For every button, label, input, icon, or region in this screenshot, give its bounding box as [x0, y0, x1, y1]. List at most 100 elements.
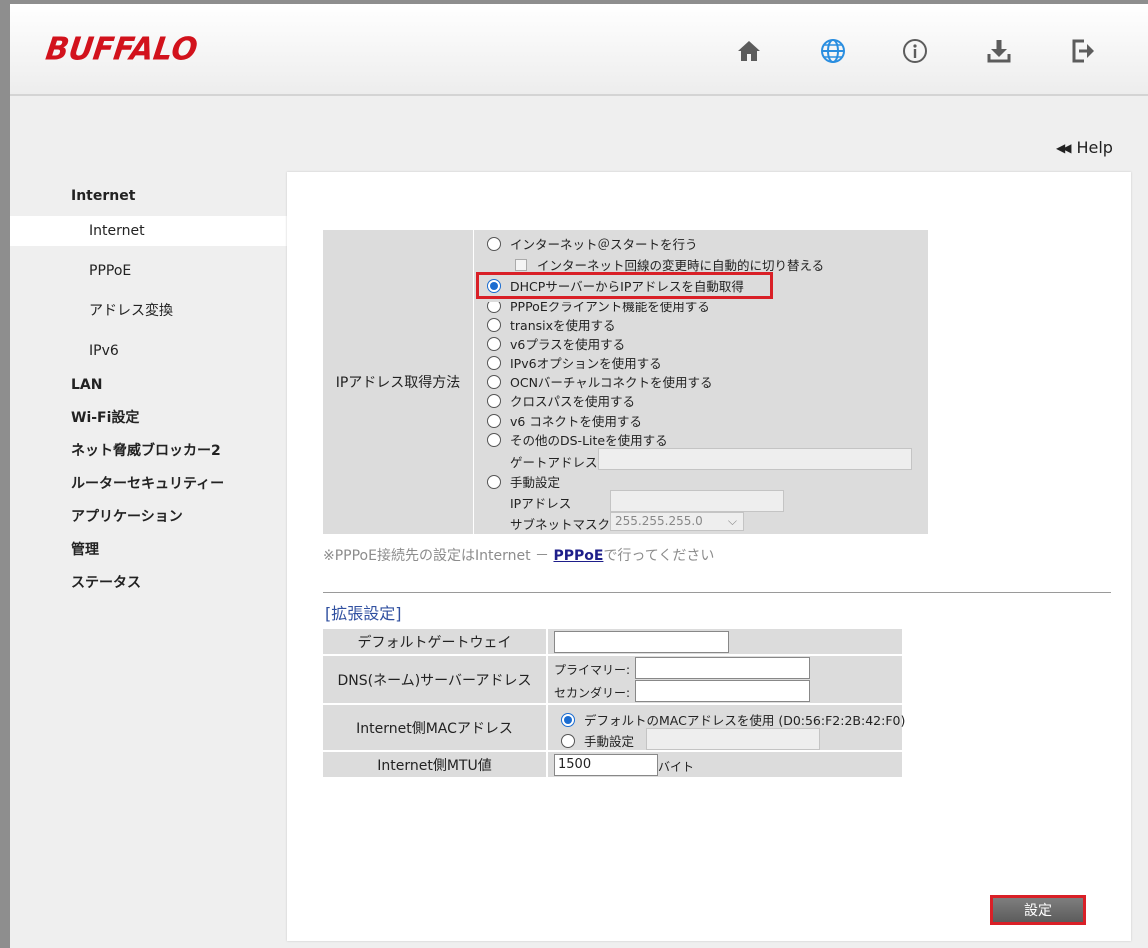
radio-mac-default[interactable] [561, 712, 575, 727]
sidebar-group-router-security[interactable]: ルーターセキュリティー [10, 468, 287, 501]
dhcp-highlight-box [476, 272, 773, 299]
option-label: インターネット＠スタートを行う [510, 237, 698, 252]
default-gateway-label: デフォルトゲートウェイ [323, 629, 548, 654]
mac-manual-input[interactable] [646, 728, 820, 750]
pppoe-link[interactable]: PPPoE [553, 548, 603, 564]
logout-icon[interactable] [1068, 36, 1098, 66]
radio-v6connect[interactable] [487, 413, 501, 428]
subnet-label: サブネットマスク [510, 517, 611, 532]
note-suffix: で行ってください [603, 548, 715, 564]
option-v6connect[interactable]: v6 コネクトを使用する [487, 411, 642, 430]
radio-ocn[interactable] [487, 374, 501, 389]
option-label: 手動設定 [584, 734, 635, 749]
sidebar-group-internet[interactable]: Internet [10, 176, 287, 216]
extended-settings-title: [拡張設定] [325, 604, 402, 623]
option-label: 手動設定 [510, 475, 561, 490]
secondary-label: セカンダリー: [554, 686, 631, 700]
ip-address-input[interactable] [610, 490, 784, 512]
row-mac: Internet側MACアドレス デフォルトのMACアドレスを使用 (D0:56… [323, 705, 905, 752]
subnet-row: サブネットマスク [510, 514, 610, 533]
sidebar-item-internet[interactable]: Internet [10, 216, 287, 246]
help-link[interactable]: ◀◀ Help [1056, 138, 1113, 157]
home-icon[interactable] [734, 36, 764, 66]
mtu-input[interactable]: 1500 [554, 754, 658, 776]
option-label: クロスパスを使用する [510, 394, 636, 409]
option-label: v6 コネクトを使用する [510, 414, 642, 429]
option-label: デフォルトのMACアドレスを使用 (D0:56:F2:2B:42:F0) [584, 713, 906, 728]
download-icon[interactable] [984, 36, 1014, 66]
main-content: IPアドレス取得方法 インターネット＠スタートを行う インターネット回線の変更時… [287, 172, 1131, 941]
dns-secondary-input[interactable] [635, 680, 810, 702]
mtu-unit: バイト [658, 760, 695, 774]
option-mac-default[interactable]: デフォルトのMACアドレスを使用 (D0:56:F2:2B:42:F0) [561, 710, 905, 729]
option-manual[interactable]: 手動設定 [487, 472, 560, 491]
submit-button[interactable]: 設定 [990, 895, 1086, 925]
option-ipv6-option[interactable]: IPv6オプションを使用する [487, 353, 662, 372]
extended-settings-table: デフォルトゲートウェイ DNS(ネーム)サーバーアドレス プライマリー: セカン… [323, 629, 905, 779]
row-default-gateway: デフォルトゲートウェイ [323, 629, 902, 656]
option-ds-lite[interactable]: その他のDS-Liteを使用する [487, 430, 668, 449]
pppoe-note: ※PPPoE接続先の設定はInternet － PPPoEで行ってください [323, 545, 714, 565]
mtu-label: Internet側MTU値 [323, 752, 548, 777]
mtu-cell: 1500 バイト [548, 752, 902, 777]
gateway-address-input[interactable] [598, 448, 912, 470]
sidebar-group-wifi[interactable]: Wi-Fi設定 [10, 402, 287, 435]
dns-cell: プライマリー: セカンダリー: [548, 656, 902, 703]
ip-method-label: IPアドレス取得方法 [323, 230, 474, 534]
radio-internet-start[interactable] [487, 236, 501, 251]
subnet-select[interactable]: 255.255.255.0 ⌵ [610, 512, 744, 531]
collapse-arrows-icon: ◀◀ [1056, 140, 1072, 155]
default-gateway-cell [548, 629, 902, 654]
app-window: BUFFALO ◀◀ Help Internet Internet PPPoE … [10, 4, 1148, 948]
radio-crosspass[interactable] [487, 393, 501, 408]
default-gateway-input[interactable] [554, 631, 729, 653]
option-mac-manual[interactable]: 手動設定 [561, 731, 634, 750]
help-label: Help [1076, 138, 1113, 157]
sidebar-item-ipv6[interactable]: IPv6 [10, 336, 287, 366]
option-internet-start[interactable]: インターネット＠スタートを行う [487, 234, 698, 253]
row-mtu: Internet側MTU値 1500 バイト [323, 752, 902, 779]
option-label: v6プラスを使用する [510, 337, 626, 352]
sidebar-item-nat[interactable]: アドレス変換 [10, 296, 287, 326]
gateway-label: ゲートアドレス [510, 455, 598, 470]
sidebar-group-admin[interactable]: 管理 [10, 534, 287, 567]
mac-cell: デフォルトのMACアドレスを使用 (D0:56:F2:2B:42:F0) 手動設… [548, 705, 905, 750]
option-label: transixを使用する [510, 318, 616, 333]
option-crosspass[interactable]: クロスパスを使用する [487, 391, 635, 410]
info-icon[interactable] [900, 36, 930, 66]
sidebar-group-status[interactable]: ステータス [10, 567, 287, 600]
dns-primary-input[interactable] [635, 657, 810, 679]
option-label: その他のDS-Liteを使用する [510, 433, 668, 448]
sidebar-item-pppoe[interactable]: PPPoE [10, 256, 287, 286]
chevron-down-icon: ⌵ [727, 514, 737, 528]
globe-icon[interactable] [818, 36, 848, 66]
radio-manual[interactable] [487, 474, 501, 489]
primary-label: プライマリー: [554, 663, 631, 677]
option-ocn[interactable]: OCNバーチャルコネクトを使用する [487, 372, 713, 391]
checkbox-auto-switch[interactable] [515, 258, 527, 271]
header-bar: BUFFALO [10, 4, 1148, 96]
radio-pppoe[interactable] [487, 302, 501, 313]
radio-ds-lite[interactable] [487, 432, 501, 447]
note-prefix: ※PPPoE接続先の設定はInternet － [323, 548, 554, 564]
option-transix[interactable]: transixを使用する [487, 315, 616, 334]
section-divider [323, 592, 1111, 593]
ipaddr-label: IPアドレス [510, 496, 572, 511]
option-label: OCNバーチャルコネクトを使用する [510, 375, 713, 390]
radio-transix[interactable] [487, 317, 501, 332]
radio-mac-manual[interactable] [561, 733, 575, 748]
radio-v6plus[interactable] [487, 336, 501, 351]
row-dns: DNS(ネーム)サーバーアドレス プライマリー: セカンダリー: [323, 656, 902, 705]
radio-ipv6-option[interactable] [487, 355, 501, 370]
option-label: IPv6オプションを使用する [510, 356, 662, 371]
sidebar-nav: Internet Internet PPPoE アドレス変換 IPv6 LAN … [10, 176, 287, 600]
ipaddr-row: IPアドレス [510, 493, 571, 512]
mac-label: Internet側MACアドレス [323, 705, 548, 750]
subnet-value: 255.255.255.0 [615, 514, 703, 528]
buffalo-logo: BUFFALO [43, 31, 200, 68]
option-v6plus[interactable]: v6プラスを使用する [487, 334, 625, 353]
ip-method-table: IPアドレス取得方法 インターネット＠スタートを行う インターネット回線の変更時… [323, 230, 928, 534]
sidebar-group-applications[interactable]: アプリケーション [10, 501, 287, 534]
sidebar-group-lan[interactable]: LAN [10, 369, 287, 402]
sidebar-group-threat-blocker[interactable]: ネット脅威ブロッカー2 [10, 435, 287, 468]
